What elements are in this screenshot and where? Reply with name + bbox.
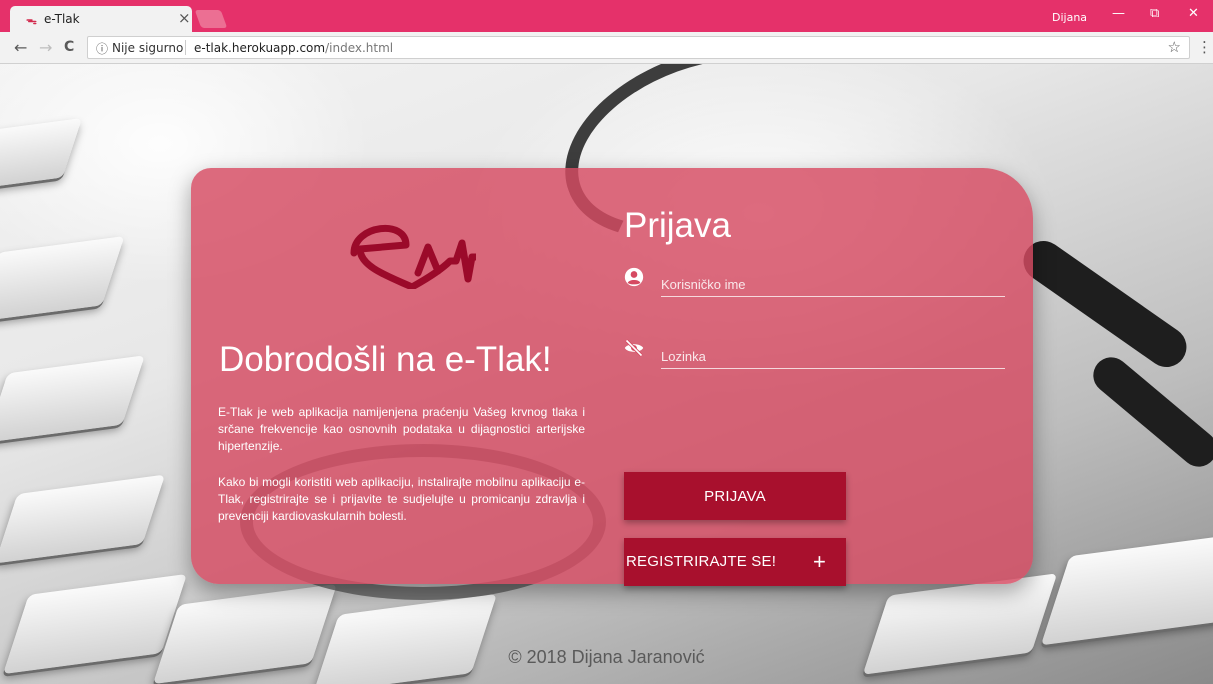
username-field[interactable] [661,272,1005,297]
footer-copyright: © 2018 Dijana Jaranović [508,647,705,667]
register-button-label: REGISTRIRAJTE SE! [626,553,777,570]
login-title: Prijava [624,206,731,245]
tab-title: e-Tlak [44,12,80,26]
register-button[interactable]: REGISTRIRAJTE SE! + [624,538,846,586]
browser-titlebar: ᯓ e-Tlak × Dijana — ⧉ ✕ [0,0,1213,32]
url-host: e-tlak.herokuapp.com [194,41,326,55]
profile-name[interactable]: Dijana [1052,11,1087,24]
close-tab-icon[interactable]: × [178,9,191,27]
address-separator [185,40,186,55]
account-circle-icon [624,267,644,287]
page-viewport: Dobrodošli na e-Tlak! E-Tlak je web apli… [0,64,1213,684]
new-tab-button[interactable] [194,10,228,28]
welcome-paragraph-1: E-Tlak je web aplikacija namijenjena pra… [218,405,585,453]
forward-arrow-icon[interactable]: → [39,38,52,57]
e-tlak-logo [350,224,476,289]
close-window-icon[interactable]: ✕ [1188,6,1199,21]
maximize-icon[interactable]: ⧉ [1150,6,1159,21]
minimize-icon[interactable]: — [1112,6,1125,21]
welcome-title: Dobrodošli na e-Tlak! [219,340,552,379]
back-arrow-icon[interactable]: ← [14,38,27,57]
welcome-paragraph-2: Kako bi mogli koristiti web aplikaciju, … [218,475,585,523]
address-bar[interactable]: ⓘ Nije sigurno e-tlak.herokuapp.com/inde… [87,36,1190,59]
reload-icon[interactable]: C [64,39,74,55]
login-card: Dobrodošli na e-Tlak! E-Tlak je web apli… [191,168,1033,586]
browser-menu-icon[interactable]: ⋮ [1197,38,1212,56]
password-field[interactable] [661,344,1005,369]
password-input[interactable] [661,344,1005,368]
login-button[interactable]: PRIJAVA [624,472,846,520]
security-label: Nije sigurno [112,41,184,55]
plus-icon: + [812,549,826,574]
eye-off-icon [624,339,644,357]
username-input[interactable] [661,272,1005,296]
url-text: e-tlak.herokuapp.com/index.html [194,41,393,55]
info-icon[interactable]: ⓘ [96,40,108,57]
heartbeat-logo-icon: ᯓ [26,14,37,27]
browser-toolbar: ← → C ⓘ Nije sigurno e-tlak.herokuapp.co… [0,32,1213,64]
browser-tab[interactable]: ᯓ e-Tlak × [10,6,192,32]
bookmark-star-icon[interactable]: ☆ [1168,38,1181,56]
url-path: /index.html [325,41,394,55]
